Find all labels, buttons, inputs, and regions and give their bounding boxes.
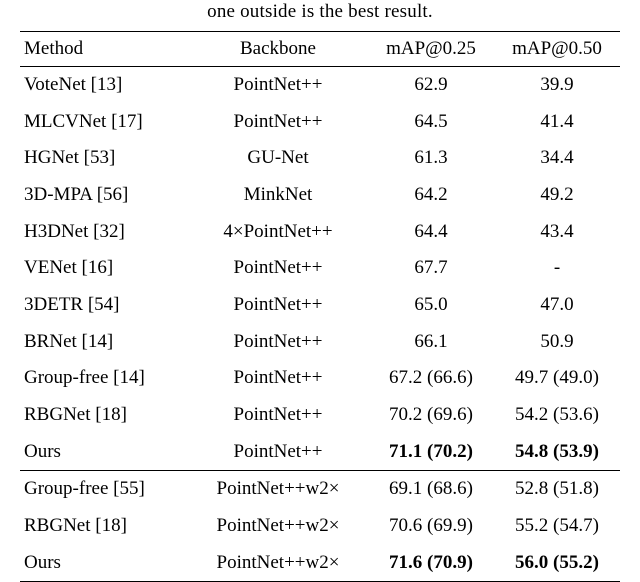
table-row: 3DETR [54]PointNet++65.047.0 [20,287,620,324]
cell-backbone: PointNet++ [188,103,368,140]
cell-method: VoteNet [13] [20,66,188,103]
cell-map25: 70.6 (69.9) [368,507,494,544]
header-backbone: Backbone [188,31,368,66]
cell-map50: - [494,250,620,287]
table-row: BRNet [14]PointNet++66.150.9 [20,323,620,360]
cell-method: VENet [16] [20,250,188,287]
cell-backbone: PointNet++ [188,360,368,397]
cell-method: HGNet [53] [20,140,188,177]
cell-method: Ours [20,544,188,581]
cell-map50: 47.0 [494,287,620,324]
header-map50: mAP@0.50 [494,31,620,66]
cell-map25: 62.9 [368,66,494,103]
cell-method: Ours [20,433,188,470]
cell-backbone: PointNet++ [188,250,368,287]
cell-method: RBGNet [18] [20,507,188,544]
table-row: HGNet [53]GU-Net61.334.4 [20,140,620,177]
cell-map25: 64.2 [368,177,494,214]
caption-tail: one outside is the best result. [20,0,620,25]
cell-method: Group-free [14] [20,360,188,397]
cell-method: MLCVNet [17] [20,103,188,140]
cell-map25: 71.6 (70.9) [368,544,494,581]
table-row: OursPointNet++w2×71.6 (70.9)56.0 (55.2) [20,544,620,581]
cell-map25: 65.0 [368,287,494,324]
cell-method: Group-free [55] [20,470,188,507]
cell-method: H3DNet [32] [20,213,188,250]
cell-backbone: MinkNet [188,177,368,214]
cell-map25: 64.5 [368,103,494,140]
results-table: Method Backbone mAP@0.25 mAP@0.50 VoteNe… [20,31,620,582]
cell-map25: 71.1 (70.2) [368,433,494,470]
cell-map50: 50.9 [494,323,620,360]
cell-map50: 49.2 [494,177,620,214]
cell-backbone: 4×PointNet++ [188,213,368,250]
cell-map25: 66.1 [368,323,494,360]
table-row: Group-free [14]PointNet++67.2 (66.6)49.7… [20,360,620,397]
header-map25: mAP@0.25 [368,31,494,66]
table-row: Group-free [55]PointNet++w2×69.1 (68.6)5… [20,470,620,507]
cell-map50: 43.4 [494,213,620,250]
table-row: OursPointNet++71.1 (70.2)54.8 (53.9) [20,433,620,470]
cell-backbone: PointNet++w2× [188,507,368,544]
cell-backbone: PointNet++w2× [188,544,368,581]
cell-method: BRNet [14] [20,323,188,360]
cell-map25: 61.3 [368,140,494,177]
cell-backbone: PointNet++ [188,323,368,360]
cell-map50: 54.2 (53.6) [494,396,620,433]
cell-map50: 34.4 [494,140,620,177]
cell-map25: 64.4 [368,213,494,250]
cell-map50: 56.0 (55.2) [494,544,620,581]
table-row: VoteNet [13]PointNet++62.939.9 [20,66,620,103]
table-row: VENet [16]PointNet++67.7- [20,250,620,287]
table-row: RBGNet [18]PointNet++70.2 (69.6)54.2 (53… [20,396,620,433]
cell-backbone: PointNet++w2× [188,470,368,507]
cell-map50: 54.8 (53.9) [494,433,620,470]
cell-backbone: PointNet++ [188,287,368,324]
cell-method: RBGNet [18] [20,396,188,433]
cell-map50: 55.2 (54.7) [494,507,620,544]
cell-map50: 52.8 (51.8) [494,470,620,507]
cell-map25: 69.1 (68.6) [368,470,494,507]
cell-map50: 39.9 [494,66,620,103]
table-row: MLCVNet [17]PointNet++64.541.4 [20,103,620,140]
header-method: Method [20,31,188,66]
cell-map50: 41.4 [494,103,620,140]
cell-backbone: GU-Net [188,140,368,177]
table-header: Method Backbone mAP@0.25 mAP@0.50 [20,31,620,66]
cell-map50: 49.7 (49.0) [494,360,620,397]
table-row: H3DNet [32]4×PointNet++64.443.4 [20,213,620,250]
cell-method: 3DETR [54] [20,287,188,324]
cell-method: 3D-MPA [56] [20,177,188,214]
table-body: VoteNet [13]PointNet++62.939.9MLCVNet [1… [20,66,620,581]
cell-backbone: PointNet++ [188,433,368,470]
table-row: RBGNet [18]PointNet++w2×70.6 (69.9)55.2 … [20,507,620,544]
page: one outside is the best result. Method B… [0,0,640,518]
cell-backbone: PointNet++ [188,396,368,433]
cell-map25: 67.2 (66.6) [368,360,494,397]
cell-backbone: PointNet++ [188,66,368,103]
table-row: 3D-MPA [56]MinkNet64.249.2 [20,177,620,214]
cell-map25: 70.2 (69.6) [368,396,494,433]
cell-map25: 67.7 [368,250,494,287]
